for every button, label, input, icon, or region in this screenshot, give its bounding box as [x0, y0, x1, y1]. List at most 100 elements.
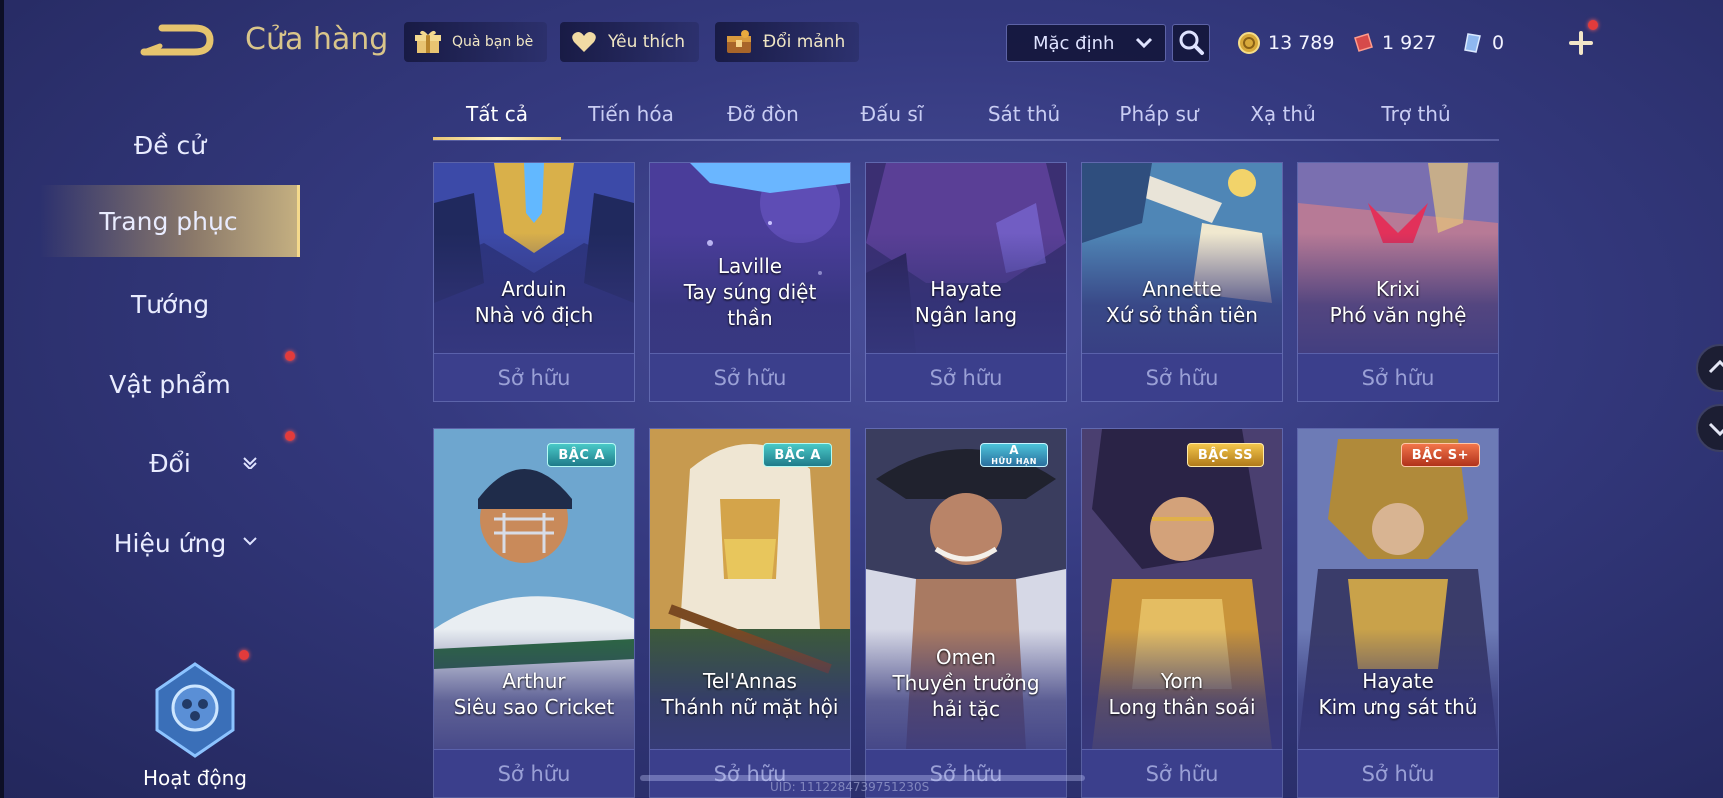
friend-gift-button[interactable]: Quà bạn bè	[404, 22, 548, 62]
user-id: UID: 1112284739751230S	[770, 780, 930, 794]
hero-name: Yorn	[1160, 669, 1204, 693]
notification-dot	[285, 351, 295, 361]
skin-card[interactable]: Hayate Ngân lang Sở hữu	[865, 162, 1067, 402]
exchange-shards-button[interactable]: Đổi mảnh	[715, 22, 860, 62]
skin-card[interactable]: Laville Tay súng diệt thần Sở hữu	[649, 162, 851, 402]
chevron-down-icon	[243, 537, 257, 546]
sidebar-item-items[interactable]: Vật phẩm	[40, 348, 300, 420]
sidebar: Đề cử Trang phục Tướng Vật phẩm Đổi Hiệu…	[0, 100, 300, 798]
gold-counter: 13 789	[1238, 28, 1334, 58]
favorite-button[interactable]: Yêu thích	[560, 22, 700, 62]
skin-card[interactable]: BẬC SS Yorn Long thần soái Sở hữu	[1081, 428, 1283, 798]
hero-name: Arthur	[502, 669, 566, 693]
hero-name: Arduin	[501, 277, 567, 301]
top-bar: Cửa hàng Quà bạn bè Yêu thích Đổi mảnh M…	[0, 0, 1723, 84]
hero-name: Omen	[935, 645, 997, 669]
gold-amount: 13 789	[1268, 32, 1335, 54]
tier-badge-grade: A	[1009, 443, 1020, 457]
skin-name: Xứ sở thần tiên	[1106, 303, 1258, 327]
tab-evolution[interactable]: Tiến hóa	[571, 102, 691, 138]
tab-marksman[interactable]: Xạ thủ	[1233, 102, 1333, 138]
diamond-icon	[1464, 33, 1481, 53]
gift-icon	[415, 30, 441, 53]
shop-screen: Cửa hàng Quà bạn bè Yêu thích Đổi mảnh M…	[0, 0, 1723, 798]
tab-all[interactable]: Tất cả	[433, 102, 561, 138]
tab-mage[interactable]: Pháp sư	[1099, 102, 1219, 138]
top-up-button[interactable]	[1564, 26, 1598, 60]
owned-status: Sở hữu	[650, 353, 850, 401]
back-arrow-icon	[140, 24, 214, 56]
activity-emblem-icon	[155, 662, 235, 758]
scroll-down-button[interactable]	[1696, 404, 1723, 452]
sidebar-item-skins[interactable]: Trang phục	[40, 185, 300, 257]
skin-name: Ngân lang	[914, 303, 1018, 327]
friend-gift-label: Quà bạn bè	[452, 34, 534, 50]
skin-card[interactable]: A HỮU HẠN Omen Thuyền trưởng hải tặc Sở …	[865, 428, 1067, 798]
sidebar-item-effects[interactable]: Hiệu ứng	[40, 507, 300, 579]
hero-name: Hayate	[1362, 669, 1434, 693]
tab-support[interactable]: Trợ thủ	[1361, 102, 1471, 138]
chevron-up-icon	[1708, 359, 1723, 374]
heart-icon	[572, 32, 596, 52]
sidebar-item-featured[interactable]: Đề cử	[40, 109, 300, 181]
skin-name: Thánh nữ mặt hội	[661, 695, 839, 719]
sidebar-item-label: Hiệu ứng	[113, 528, 227, 558]
voucher-amount: 1 927	[1382, 32, 1437, 54]
activity-label: Hoạt động	[142, 766, 248, 790]
search-button[interactable]	[1172, 24, 1210, 62]
voucher-counter: 1 927	[1352, 28, 1436, 58]
skin-name: Long thần soái	[1108, 695, 1256, 719]
sidebar-item-label: Trang phục	[99, 206, 238, 236]
sort-value: Mặc định	[1033, 32, 1115, 54]
hero-name: Laville	[717, 254, 783, 278]
owned-status: Sở hữu	[434, 353, 634, 401]
tier-badge-limited: HỮU HẠN	[991, 457, 1037, 466]
back-button[interactable]	[140, 22, 216, 58]
sidebar-item-exchange[interactable]: Đổi	[40, 427, 300, 499]
gold-coin-icon	[1238, 32, 1260, 54]
chest-icon	[727, 30, 751, 53]
sidebar-item-label: Tướng	[130, 289, 210, 319]
skin-name: Nhà vô địch	[474, 303, 594, 327]
tab-tank[interactable]: Đỡ đòn	[703, 102, 823, 138]
category-tabs: Tất cả Tiến hóa Đỡ đòn Đấu sĩ Sát thủ Ph…	[433, 96, 1499, 141]
diamond-counter: 0	[1462, 28, 1504, 58]
notification-dot	[239, 650, 249, 660]
activity-button[interactable]: Hoạt động	[130, 660, 260, 790]
tier-badge: BẬC S+	[1400, 443, 1480, 467]
tab-fighter[interactable]: Đấu sĩ	[837, 102, 947, 138]
plus-icon	[1569, 31, 1593, 55]
search-icon	[1179, 30, 1204, 55]
hero-name: Hayate	[930, 277, 1002, 301]
skin-card[interactable]: BẬC A Arthur Siêu sao Cricket Sở hữu	[433, 428, 635, 798]
sidebar-item-heroes[interactable]: Tướng	[40, 268, 300, 340]
sidebar-item-label: Đề cử	[133, 130, 207, 160]
skin-card[interactable]: BẬC A Tel'Annas Thánh nữ mặt hội Sở hữu	[649, 428, 851, 798]
favorite-label: Yêu thích	[608, 32, 686, 52]
skin-card[interactable]: Arduin Nhà vô địch Sở hữu	[433, 162, 635, 402]
tier-badge: A HỮU HẠN	[980, 443, 1048, 467]
sidebar-item-label: Đổi	[149, 448, 191, 478]
owned-status: Sở hữu	[1082, 749, 1282, 797]
diamond-amount: 0	[1492, 32, 1505, 54]
active-tab-indicator	[433, 137, 561, 140]
owned-status: Sở hữu	[1298, 353, 1498, 401]
exchange-shards-label: Đổi mảnh	[763, 32, 846, 52]
voucher-icon	[1354, 33, 1373, 52]
skin-card[interactable]: Annette Xứ sở thần tiên Sở hữu	[1081, 162, 1283, 402]
chevron-down-icon	[1135, 37, 1153, 49]
owned-status: Sở hữu	[1082, 353, 1282, 401]
tier-badge: BẬC SS	[1186, 443, 1264, 467]
owned-status: Sở hữu	[866, 353, 1066, 401]
sort-dropdown[interactable]: Mặc định	[1006, 24, 1166, 62]
hero-name: Tel'Annas	[703, 669, 797, 693]
tab-assassin[interactable]: Sát thủ	[969, 102, 1079, 138]
skin-card[interactable]: Krixi Phó văn nghệ Sở hữu	[1297, 162, 1499, 402]
tier-badge: BẬC A	[547, 443, 616, 467]
scroll-up-button[interactable]	[1696, 344, 1723, 392]
skin-name: Siêu sao Cricket	[453, 695, 615, 719]
chevron-down-icon	[243, 457, 257, 469]
notification-dot	[285, 431, 295, 441]
skin-card[interactable]: BẬC S+ Hayate Kim ưng sát thủ Sở hữu	[1297, 428, 1499, 798]
hero-name: Annette	[1142, 277, 1222, 301]
